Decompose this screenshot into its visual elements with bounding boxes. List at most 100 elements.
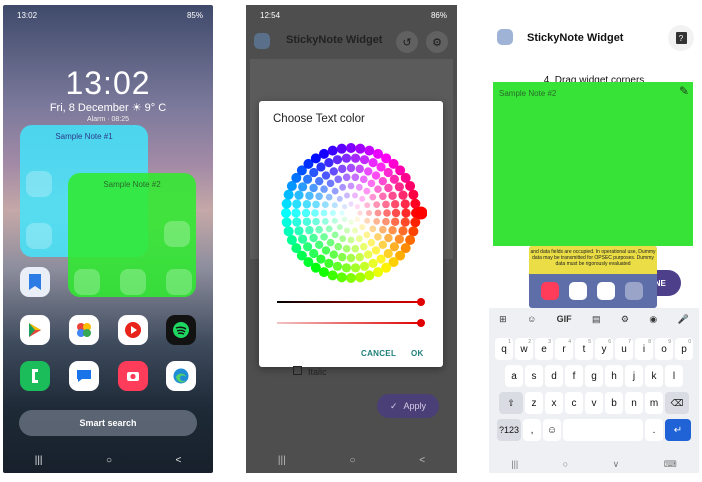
color-swatch[interactable] [364, 270, 375, 281]
color-swatch[interactable] [320, 233, 328, 241]
color-swatch[interactable] [359, 195, 366, 202]
color-swatch[interactable] [355, 183, 363, 191]
color-swatch[interactable] [359, 175, 368, 184]
color-swatch[interactable] [363, 187, 371, 195]
color-swatch[interactable] [286, 235, 297, 246]
color-swatch[interactable] [384, 233, 393, 243]
color-swatch[interactable] [331, 187, 339, 195]
color-swatch[interactable] [336, 224, 343, 231]
color-swatch[interactable] [329, 167, 338, 176]
key-z[interactable]: z [525, 392, 543, 414]
grid-icon[interactable]: ⊞ [499, 314, 507, 325]
period-key[interactable]: . [645, 419, 663, 441]
color-swatch[interactable] [379, 192, 387, 201]
youtube-music-app-icon[interactable] [118, 315, 148, 345]
color-swatch[interactable] [281, 198, 292, 209]
color-swatch[interactable] [305, 191, 314, 200]
color-swatch[interactable] [318, 148, 329, 159]
keyboard-switch-icon[interactable]: ⌨ [664, 459, 677, 470]
color-swatch[interactable] [281, 208, 291, 218]
color-swatch[interactable] [398, 226, 408, 236]
color-swatch[interactable] [368, 158, 378, 168]
color-swatch[interactable] [346, 253, 356, 263]
bookmark-app-icon[interactable] [20, 267, 50, 297]
color-swatch[interactable] [321, 217, 329, 225]
color-swatch[interactable] [342, 204, 348, 210]
key-c[interactable]: c [565, 392, 583, 414]
color-swatch[interactable] [355, 164, 364, 174]
color-swatch[interactable] [376, 254, 386, 264]
color-swatch[interactable] [394, 182, 404, 192]
key-t[interactable]: t5 [575, 338, 593, 360]
color-swatch[interactable] [334, 242, 343, 251]
key-m[interactable]: m [645, 392, 663, 414]
key-q[interactable]: q1 [495, 338, 513, 360]
color-swatch[interactable] [346, 273, 356, 283]
color-swatch[interactable] [314, 176, 324, 186]
color-swatch[interactable] [292, 199, 302, 209]
color-swatch[interactable] [332, 261, 343, 271]
palette-icon[interactable]: ◉ [649, 314, 657, 325]
emoji-key[interactable]: ☺ [543, 419, 561, 441]
color-swatch[interactable] [398, 190, 408, 200]
play-store-app-icon[interactable] [20, 315, 50, 345]
color-swatch[interactable] [346, 163, 356, 173]
key-k[interactable]: k [645, 365, 663, 387]
color-swatch[interactable] [298, 182, 308, 192]
color-swatch[interactable] [408, 189, 419, 200]
color-swatch[interactable] [316, 162, 326, 172]
color-swatch[interactable] [359, 155, 370, 165]
color-swatch[interactable] [338, 252, 347, 262]
color-swatch[interactable] [378, 176, 388, 186]
key-w[interactable]: w2 [515, 338, 533, 360]
space-key[interactable] [563, 419, 643, 441]
color-swatch[interactable] [400, 199, 410, 209]
color-swatch[interactable] [342, 216, 348, 222]
color-swatch[interactable] [400, 217, 410, 227]
color-swatch[interactable] [378, 240, 388, 250]
color-swatch[interactable] [320, 209, 328, 217]
color-swatch[interactable] [391, 208, 401, 218]
color-swatch[interactable] [315, 225, 323, 234]
color-swatch[interactable] [355, 272, 366, 283]
color-swatch[interactable] [374, 185, 382, 193]
color-swatch[interactable] [384, 183, 393, 193]
messages-app-icon[interactable] [69, 361, 99, 391]
color-swatch[interactable] [321, 246, 331, 255]
color-swatch[interactable] [382, 200, 390, 209]
color-swatch[interactable] [364, 167, 373, 176]
color-swatch[interactable] [339, 210, 345, 216]
color-swatch[interactable] [364, 250, 373, 259]
color-swatch[interactable] [324, 158, 334, 168]
color-swatch[interactable] [354, 204, 360, 210]
key-y[interactable]: y6 [595, 338, 613, 360]
enter-key[interactable]: ↵ [665, 419, 691, 441]
history-icon[interactable]: ↺ [396, 31, 418, 53]
color-swatch[interactable] [371, 246, 381, 255]
recents-button[interactable]: ||| [278, 455, 286, 466]
color-swatch[interactable] [347, 182, 355, 190]
selected-color-marker[interactable] [414, 206, 428, 220]
color-swatch[interactable] [343, 192, 350, 199]
color-wheel[interactable] [275, 137, 427, 289]
color-swatch[interactable] [302, 217, 312, 226]
color-swatch[interactable] [342, 244, 351, 253]
color-swatch[interactable] [357, 210, 363, 216]
key-e[interactable]: e3 [535, 338, 553, 360]
color-swatch[interactable] [312, 200, 320, 209]
color-swatch[interactable] [283, 189, 294, 200]
color-swatch[interactable] [350, 263, 361, 273]
color-swatch[interactable] [368, 258, 378, 268]
color-swatch[interactable] [327, 270, 338, 281]
color-swatch[interactable] [327, 145, 338, 156]
pencil-icon[interactable]: ✎ [679, 84, 689, 98]
color-swatch[interactable] [390, 217, 400, 226]
emoji-icon[interactable]: ☺ [527, 314, 536, 324]
lightness-slider[interactable] [277, 298, 425, 306]
color-swatch[interactable] [325, 193, 333, 201]
key-u[interactable]: u7 [615, 338, 633, 360]
color-swatch[interactable] [369, 225, 377, 233]
color-swatch[interactable] [302, 242, 313, 252]
color-swatch[interactable] [343, 227, 350, 234]
color-swatch[interactable] [326, 238, 335, 247]
